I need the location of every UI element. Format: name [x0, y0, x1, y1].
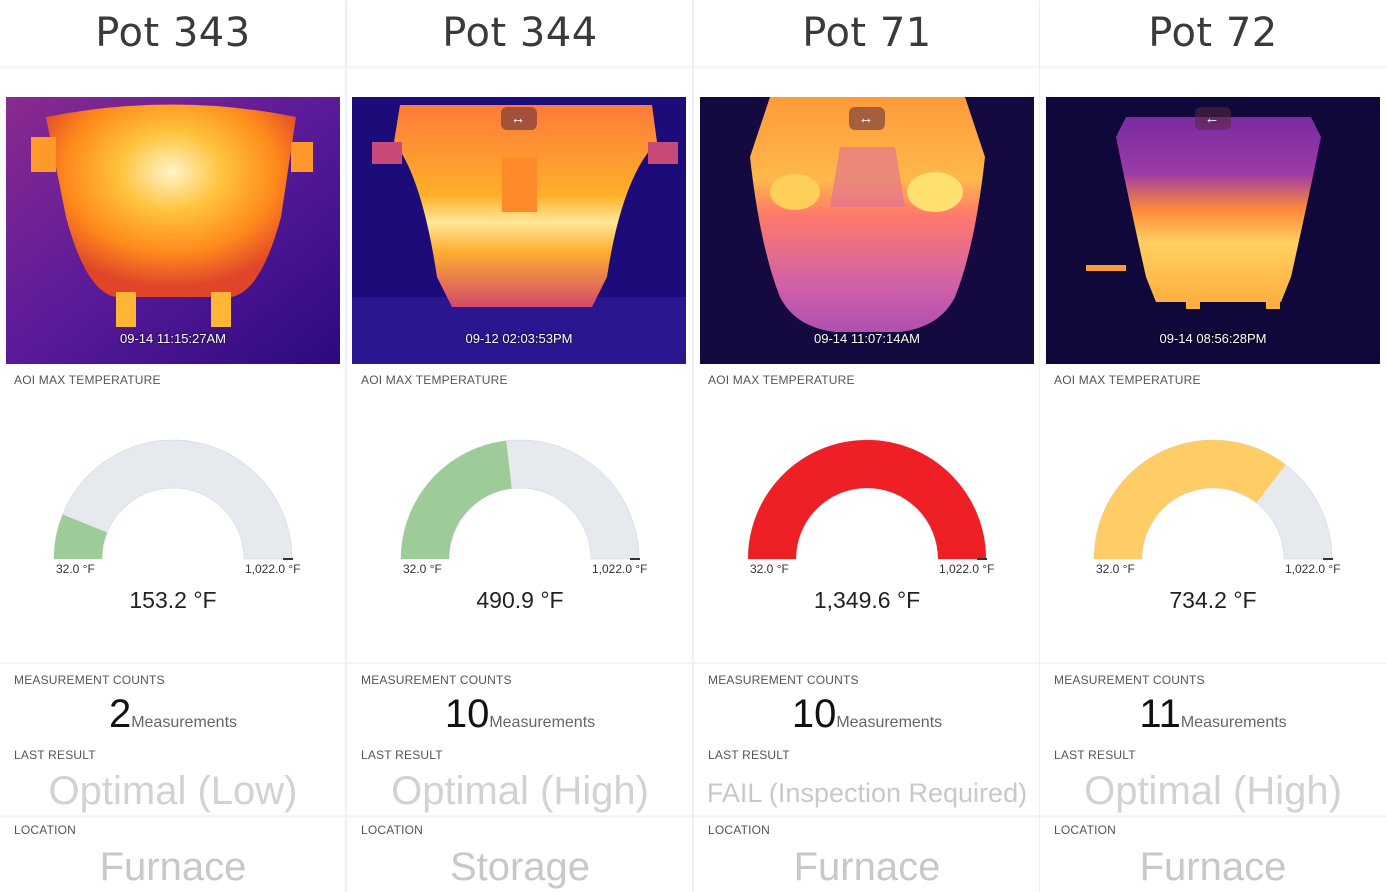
gauge-arc [400, 439, 640, 560]
gauge-fill [748, 439, 986, 559]
count-value: 10 [444, 692, 490, 736]
temperature-gauge: 32.0 °F 1,022.0 °F [347, 425, 693, 585]
count-value: 10 [791, 692, 837, 736]
location-label: LOCATION [361, 823, 424, 837]
measurement-count: 2Measurements [0, 692, 346, 737]
double-arrow-icon[interactable]: ↔ [501, 107, 537, 130]
gauge-min-label: 32.0 °F [56, 562, 95, 576]
thermal-image-graphic [700, 97, 1034, 364]
section-divider [347, 815, 693, 818]
gauge-arc [747, 439, 987, 560]
section-divider [1040, 815, 1386, 818]
thermal-image[interactable]: ← 09-14 08:56:28PM [1046, 97, 1380, 364]
pot-card: Pot 343 09-14 11:15:27AM AOI MAX TEMPERA… [0, 0, 346, 892]
location-value: Furnace [99, 845, 247, 889]
thermal-image-graphic [6, 97, 340, 364]
nav-arrows: ↔ [858, 110, 876, 127]
thermal-image[interactable]: 09-14 11:15:27AM [6, 97, 340, 364]
pot-title: Pot 72 [1148, 10, 1278, 56]
gauge-min-label: 32.0 °F [750, 562, 789, 576]
aoi-max-temperature-label: AOI MAX TEMPERATURE [14, 373, 161, 387]
temperature-gauge: 32.0 °F 1,022.0 °F [1040, 425, 1386, 585]
location-value: Furnace [1139, 845, 1287, 889]
location-value: Furnace [793, 845, 941, 889]
section-divider [0, 815, 346, 818]
gauge-max-label: 1,022.0 °F [939, 562, 995, 576]
section-divider [347, 662, 693, 664]
measurement-count: 11Measurements [1040, 692, 1386, 737]
last-result-value: Optimal (Low) [48, 769, 298, 813]
pot-title-card: Pot 344 [347, 0, 693, 66]
measurement-counts-label: MEASUREMENT COUNTS [361, 673, 512, 687]
section-divider [0, 662, 346, 664]
gauge-arc [1093, 439, 1333, 560]
capture-timestamp: 09-12 02:03:53PM [465, 331, 573, 346]
thermal-image-graphic [352, 97, 686, 364]
count-value: 11 [1139, 692, 1181, 736]
thermal-image[interactable]: ↔ 09-12 02:03:53PM [352, 97, 686, 364]
capture-timestamp: 09-14 11:07:14AM [814, 331, 920, 346]
last-result-label: LAST RESULT [361, 748, 443, 762]
gauge-value: 490.9 °F [476, 587, 564, 613]
pot-card: Pot 344 ↔ 09-12 02:03:53PM AOI MAX TEMPE… [347, 0, 693, 892]
last-result-label: LAST RESULT [14, 748, 96, 762]
count-unit: Measurements [1180, 714, 1287, 731]
last-result-value: Optimal (High) [391, 769, 649, 813]
gauge-value: 734.2 °F [1169, 587, 1257, 613]
location-label: LOCATION [14, 823, 77, 837]
nav-arrows: ↔ [510, 110, 528, 127]
pot-title: Pot 71 [802, 10, 932, 56]
pot-title-card: Pot 71 [694, 0, 1040, 66]
capture-timestamp: 09-14 11:15:27AM [120, 331, 226, 346]
count-unit: Measurements [489, 714, 596, 731]
measurement-count: 10Measurements [694, 692, 1040, 737]
left-arrow-icon[interactable]: ← [1195, 107, 1231, 130]
location-value: Storage [449, 845, 591, 889]
pot-title-card: Pot 72 [1040, 0, 1386, 66]
pot-dashboard: Pot 343 09-14 11:15:27AM AOI MAX TEMPERA… [0, 0, 1386, 892]
pot-title: Pot 343 [95, 10, 251, 56]
measurement-counts-label: MEASUREMENT COUNTS [708, 673, 859, 687]
last-result-value: Optimal (High) [1084, 769, 1342, 813]
gauge-max-label: 1,022.0 °F [245, 562, 301, 576]
thermal-image-graphic [1046, 97, 1380, 364]
gauge-max-label: 1,022.0 °F [1285, 562, 1341, 576]
gauge-value: 1,349.6 °F [813, 587, 921, 613]
gauge-min-label: 32.0 °F [1096, 562, 1135, 576]
temperature-gauge: 32.0 °F 1,022.0 °F [0, 425, 346, 585]
count-unit: Measurements [836, 714, 943, 731]
pot-card: Pot 71 ↔ 09-14 11:07:14AM AOI MAX TEMPER… [694, 0, 1040, 892]
aoi-max-temperature-label: AOI MAX TEMPERATURE [1054, 373, 1201, 387]
temperature-gauge: 32.0 °F 1,022.0 °F [694, 425, 1040, 585]
section-divider [694, 662, 1040, 664]
last-result-value: FAIL (Inspection Required) [706, 778, 1028, 808]
nav-arrows: ← [1204, 110, 1222, 127]
gauge-max-label: 1,022.0 °F [592, 562, 648, 576]
double-arrow-icon[interactable]: ↔ [849, 107, 885, 130]
gauge-fill [401, 440, 512, 559]
last-result-label: LAST RESULT [1054, 748, 1136, 762]
gauge-arc [53, 439, 293, 560]
pot-card: Pot 72 ← 09-14 08:56:28PM AOI MAX TEMPER… [1040, 0, 1386, 892]
measurement-counts-label: MEASUREMENT COUNTS [1054, 673, 1205, 687]
pot-title-card: Pot 343 [0, 0, 346, 66]
measurement-count: 10Measurements [347, 692, 693, 737]
last-result-label: LAST RESULT [708, 748, 790, 762]
pot-title: Pot 344 [442, 10, 598, 56]
aoi-max-temperature-label: AOI MAX TEMPERATURE [708, 373, 855, 387]
gauge-min-label: 32.0 °F [403, 562, 442, 576]
location-label: LOCATION [708, 823, 771, 837]
capture-timestamp: 09-14 08:56:28PM [1159, 331, 1267, 346]
gauge-fill [1094, 440, 1286, 559]
thermal-image[interactable]: ↔ 09-14 11:07:14AM [700, 97, 1034, 364]
section-divider [694, 815, 1040, 818]
section-divider [1040, 662, 1386, 664]
count-value: 2 [108, 692, 132, 736]
count-unit: Measurements [131, 714, 238, 731]
measurement-counts-label: MEASUREMENT COUNTS [14, 673, 165, 687]
gauge-value: 153.2 °F [129, 587, 217, 613]
location-label: LOCATION [1054, 823, 1117, 837]
aoi-max-temperature-label: AOI MAX TEMPERATURE [361, 373, 508, 387]
